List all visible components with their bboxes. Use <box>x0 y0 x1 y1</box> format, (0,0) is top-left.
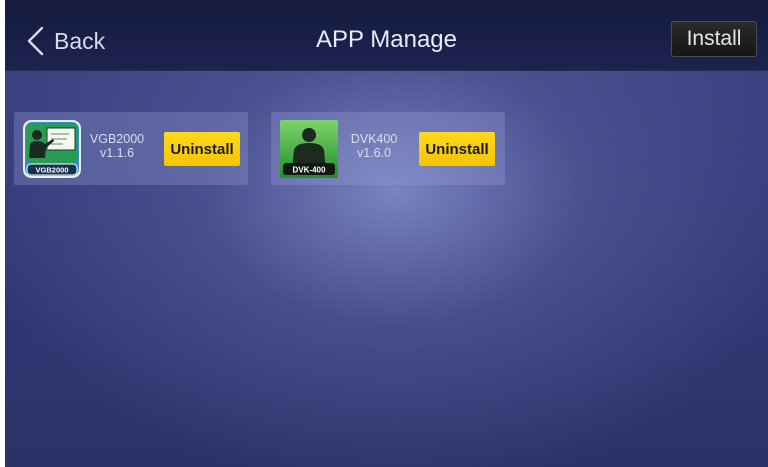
app-name: DVK400 <box>350 132 398 146</box>
uninstall-button-dvk400[interactable]: Uninstall <box>419 132 495 166</box>
app-manage-screen: Back APP Manage Install VGB2000 VGB2000 … <box>5 0 768 467</box>
app-version: v1.1.6 <box>99 146 135 160</box>
svg-text:VGB2000: VGB2000 <box>36 166 69 175</box>
app-version: v1.6.0 <box>356 146 392 160</box>
uninstall-button-vgb2000[interactable]: Uninstall <box>164 132 240 166</box>
header-bar: Back APP Manage Install <box>5 0 768 71</box>
dvk400-app-icon: DVK-400 <box>280 120 338 178</box>
install-button[interactable]: Install <box>671 21 757 57</box>
svg-text:DVK-400: DVK-400 <box>293 166 326 175</box>
app-name: VGB2000 <box>89 132 145 146</box>
presenter-silhouette-icon: DVK-400 <box>280 120 338 178</box>
teacher-whiteboard-icon: VGB2000 <box>23 120 81 178</box>
app-card-dvk400: DVK-400 DVK400 v1.6.0 Uninstall <box>271 112 505 185</box>
page-title: APP Manage <box>316 26 457 53</box>
vgb2000-app-icon: VGB2000 <box>23 120 81 178</box>
app-card-vgb2000: VGB2000 VGB2000 v1.1.6 Uninstall <box>14 112 248 185</box>
